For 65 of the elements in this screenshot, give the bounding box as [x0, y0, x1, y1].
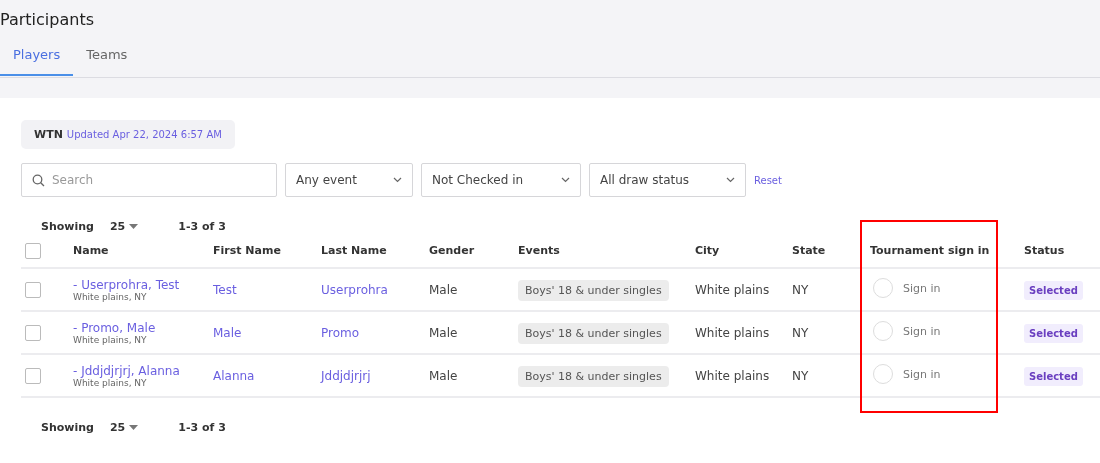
first-name-link[interactable]: Male	[213, 325, 242, 340]
sign-in-label: Sign in	[903, 367, 941, 381]
row-checkbox[interactable]	[25, 281, 41, 298]
player-name-link[interactable]: - Userprohra, Test	[73, 277, 213, 292]
table-cell: NY	[792, 354, 870, 397]
last-name-link[interactable]: Userprohra	[321, 282, 388, 297]
page-size-select[interactable]: 25	[103, 219, 145, 234]
player-name-link[interactable]: - Jddjdjrjrj, Alanna	[73, 363, 213, 378]
caret-icon	[393, 177, 402, 183]
column-header: Events	[518, 244, 560, 257]
sign-in-label: Sign in	[903, 281, 941, 295]
showing-label: Showing	[41, 421, 94, 434]
page-range: 1-3 of 3	[178, 220, 226, 233]
table-cell: White plains	[695, 268, 792, 311]
caret-icon	[129, 425, 139, 430]
row-checkbox[interactable]	[25, 367, 41, 384]
first-name-link[interactable]: Alanna	[213, 368, 255, 383]
caret-icon	[561, 177, 570, 183]
reset-link[interactable]: Reset	[754, 174, 782, 186]
player-location: White plains, NY	[73, 291, 147, 302]
column-header: Last Name	[321, 244, 387, 257]
sign-in-radio[interactable]	[873, 364, 893, 384]
filter-dropdown[interactable]: Any event	[285, 163, 413, 197]
search-field[interactable]: Search	[21, 163, 277, 197]
sign-in-radio[interactable]	[873, 321, 893, 341]
select-all-checkbox[interactable]	[25, 242, 41, 259]
caret-icon	[129, 224, 139, 229]
event-tag: Boys' 18 & under singles	[518, 322, 669, 344]
updated-date: Updated Apr 22, 2024 6:57 AM	[66, 129, 222, 140]
last-name-link[interactable]: Jddjdjrjrj	[321, 368, 371, 383]
column-header: State	[792, 244, 826, 257]
column-header: Gender	[429, 244, 475, 257]
player-name-link[interactable]: - Promo, Male	[73, 320, 213, 335]
status-tag: Selected	[1024, 280, 1083, 300]
table-cell: White plains	[695, 311, 792, 354]
sign-in-label: Sign in	[903, 324, 941, 338]
table-cell: White plains	[695, 354, 792, 397]
status-tag: Selected	[1024, 366, 1083, 386]
status-tag: Selected	[1024, 323, 1083, 343]
player-location: White plains, NY	[73, 377, 148, 388]
tab[interactable]: Teams	[73, 40, 141, 76]
table-cell: NY	[792, 311, 870, 354]
filter-dropdown[interactable]: All draw status	[589, 163, 746, 197]
column-header: City	[695, 244, 720, 257]
wtn-label: WTN	[34, 128, 63, 141]
caret-icon	[726, 177, 735, 183]
page-range: 1-3 of 3	[178, 421, 226, 434]
page-title: Participants	[0, 9, 95, 31]
last-name-link[interactable]: Promo	[321, 325, 360, 340]
first-name-link[interactable]: Test	[213, 282, 237, 297]
sign-in-radio[interactable]	[873, 278, 893, 298]
event-tag: Boys' 18 & under singles	[518, 279, 669, 301]
column-header: Name	[73, 244, 109, 257]
column-header: Status	[1024, 244, 1065, 257]
player-location: White plains, NY	[73, 334, 148, 345]
page-size-select[interactable]: 25	[103, 420, 145, 435]
search-icon	[32, 174, 45, 187]
column-header: Tournament sign in	[870, 244, 990, 257]
row-checkbox[interactable]	[25, 324, 41, 341]
tab[interactable]: Players	[0, 40, 74, 76]
column-header: First Name	[213, 244, 281, 257]
filter-dropdown[interactable]: Not Checked in	[421, 163, 581, 197]
event-tag: Boys' 18 & under singles	[518, 365, 669, 387]
showing-label: Showing	[41, 220, 94, 233]
table-cell: NY	[792, 268, 870, 311]
